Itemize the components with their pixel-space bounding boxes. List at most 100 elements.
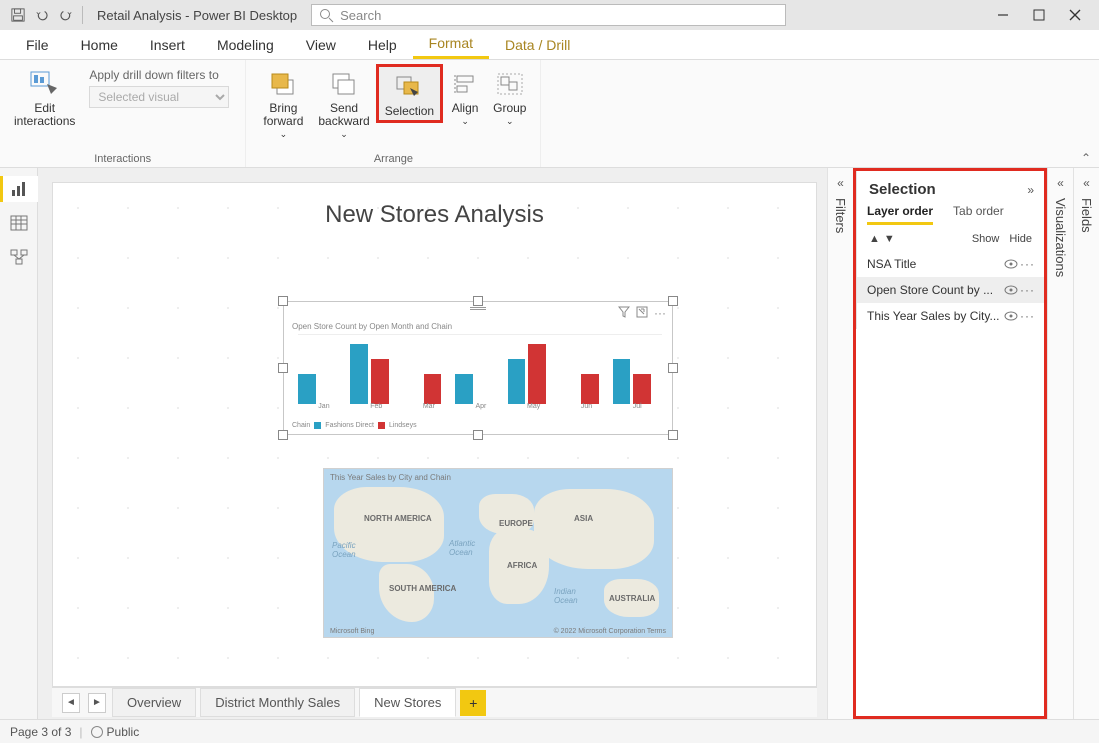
menu-home[interactable]: Home xyxy=(65,30,134,59)
selection-pane-title: Selection xyxy=(869,181,936,198)
chevron-down-icon: ⌄ xyxy=(340,129,348,140)
prev-page-button[interactable]: ◄ xyxy=(62,693,80,713)
selection-item[interactable]: Open Store Count by ... ··· xyxy=(857,277,1044,303)
page-tab-newstores[interactable]: New Stores xyxy=(359,688,456,717)
page-tab-dms[interactable]: District Monthly Sales xyxy=(200,688,355,717)
menu-help[interactable]: Help xyxy=(352,30,413,59)
minimize-icon[interactable] xyxy=(985,1,1021,29)
search-placeholder: Search xyxy=(340,8,381,23)
bring-forward-label: Bring forward xyxy=(263,102,303,128)
more-options-icon[interactable]: ··· xyxy=(654,306,666,320)
resize-handle[interactable] xyxy=(278,296,288,306)
report-canvas[interactable]: New Stores Analysis ··· Open Store Count… xyxy=(52,182,817,687)
chart-visual[interactable]: ··· Open Store Count by Open Month and C… xyxy=(283,301,673,435)
group-label: Group xyxy=(493,102,526,115)
group-label-interactions: Interactions xyxy=(8,153,237,165)
more-options-icon[interactable]: ··· xyxy=(1020,309,1034,323)
map-brand: Microsoft Bing xyxy=(330,628,374,635)
selection-item[interactable]: NSA Title ··· xyxy=(857,251,1044,277)
resize-handle[interactable] xyxy=(668,296,678,306)
bring-forward-button[interactable]: Bring forward ⌄ xyxy=(254,64,312,142)
search-input[interactable]: Search xyxy=(311,4,786,26)
collapse-ribbon-icon[interactable]: ⌃ xyxy=(1081,151,1091,165)
filters-pane-collapsed[interactable]: « Filters xyxy=(827,168,853,719)
fields-pane-collapsed[interactable]: « Fields xyxy=(1073,168,1099,719)
close-icon[interactable] xyxy=(1057,1,1093,29)
report-view-icon[interactable] xyxy=(0,176,38,202)
page-tab-overview[interactable]: Overview xyxy=(112,688,196,717)
menu-modeling[interactable]: Modeling xyxy=(201,30,290,59)
map-credits: © 2022 Microsoft Corporation Terms xyxy=(554,628,666,635)
map-visual[interactable]: This Year Sales by City and Chain NORTH … xyxy=(323,468,673,638)
menubar: File Home Insert Modeling View Help Form… xyxy=(0,30,1099,60)
menu-format[interactable]: Format xyxy=(413,30,489,59)
drill-filter-label: Apply drill down filters to xyxy=(89,68,218,82)
right-panes: « Filters Selection » Layer order Tab or… xyxy=(827,168,1099,719)
edit-interactions-icon xyxy=(29,68,61,100)
move-up-icon[interactable]: ▲ xyxy=(869,233,880,245)
chevron-left-icon[interactable]: « xyxy=(1057,176,1064,190)
visibility-icon[interactable] xyxy=(1004,285,1020,295)
menu-file[interactable]: File xyxy=(10,30,65,59)
align-icon xyxy=(449,68,481,100)
map-ocean-label: Indian Ocean xyxy=(554,587,578,605)
menu-datadrill[interactable]: Data / Drill xyxy=(489,30,586,59)
redo-icon[interactable] xyxy=(54,3,78,27)
group-icon xyxy=(494,68,526,100)
resize-handle[interactable] xyxy=(278,430,288,440)
selection-pane: Selection » Layer order Tab order ▲ ▼ Sh… xyxy=(856,171,1044,329)
visibility-icon[interactable] xyxy=(1004,311,1020,321)
move-down-icon[interactable]: ▼ xyxy=(884,233,895,245)
focus-mode-icon[interactable] xyxy=(636,306,648,320)
tab-order-tab[interactable]: Tab order xyxy=(953,204,1004,225)
selection-button[interactable]: Selection xyxy=(376,64,443,123)
menu-insert[interactable]: Insert xyxy=(134,30,201,59)
send-backward-icon xyxy=(328,68,360,100)
ribbon: Edit interactions Apply drill down filte… xyxy=(0,60,1099,168)
resize-handle[interactable] xyxy=(668,430,678,440)
move-gripper-icon[interactable] xyxy=(470,307,486,310)
data-view-icon[interactable] xyxy=(6,210,32,236)
resize-handle[interactable] xyxy=(278,363,288,373)
add-page-button[interactable]: + xyxy=(460,690,486,716)
map-ocean-label: Pacific Ocean xyxy=(332,541,356,559)
selection-item-label: NSA Title xyxy=(867,257,1004,271)
drill-filter-select[interactable]: Selected visual xyxy=(89,86,229,108)
more-options-icon[interactable]: ··· xyxy=(1020,283,1034,297)
filter-icon[interactable] xyxy=(618,306,630,320)
more-options-icon[interactable]: ··· xyxy=(1020,257,1034,271)
chevron-down-icon: ⌄ xyxy=(280,129,288,140)
chevron-down-icon: ⌄ xyxy=(461,116,469,127)
save-icon[interactable] xyxy=(6,3,30,27)
selection-item-label: This Year Sales by City... xyxy=(867,309,1004,323)
maximize-icon[interactable] xyxy=(1021,1,1057,29)
align-button[interactable]: Align ⌄ xyxy=(443,64,487,129)
visibility-icon[interactable] xyxy=(1004,259,1020,269)
visualizations-pane-collapsed[interactable]: « Visualizations xyxy=(1047,168,1073,719)
resize-handle[interactable] xyxy=(668,363,678,373)
filters-pane-label: Filters xyxy=(833,198,848,233)
menu-view[interactable]: View xyxy=(290,30,352,59)
hide-label[interactable]: Hide xyxy=(1009,233,1032,245)
align-label: Align xyxy=(452,102,479,115)
undo-icon[interactable] xyxy=(30,3,54,27)
layer-order-tab[interactable]: Layer order xyxy=(867,204,933,225)
chevron-left-icon[interactable]: « xyxy=(837,176,844,190)
resize-handle[interactable] xyxy=(473,430,483,440)
model-view-icon[interactable] xyxy=(6,244,32,270)
ribbon-group-interactions: Edit interactions Apply drill down filte… xyxy=(0,60,246,167)
selection-item[interactable]: This Year Sales by City... ··· xyxy=(857,303,1044,329)
collapse-pane-icon[interactable]: » xyxy=(1027,183,1034,197)
chart-title: Open Store Count by Open Month and Chain xyxy=(292,322,452,331)
resize-handle[interactable] xyxy=(473,296,483,306)
group-button[interactable]: Group ⌄ xyxy=(487,64,532,129)
edit-interactions-button[interactable]: Edit interactions xyxy=(8,64,81,130)
send-backward-button[interactable]: Send backward ⌄ xyxy=(312,64,375,142)
show-label[interactable]: Show xyxy=(972,233,1000,245)
privacy-label: Public xyxy=(107,725,140,739)
chevron-left-icon[interactable]: « xyxy=(1083,176,1090,190)
titlebar-separator xyxy=(82,6,83,24)
edit-interactions-label: Edit interactions xyxy=(14,102,75,128)
next-page-button[interactable]: ► xyxy=(88,693,106,713)
selection-pane-highlight: Selection » Layer order Tab order ▲ ▼ Sh… xyxy=(853,168,1047,719)
